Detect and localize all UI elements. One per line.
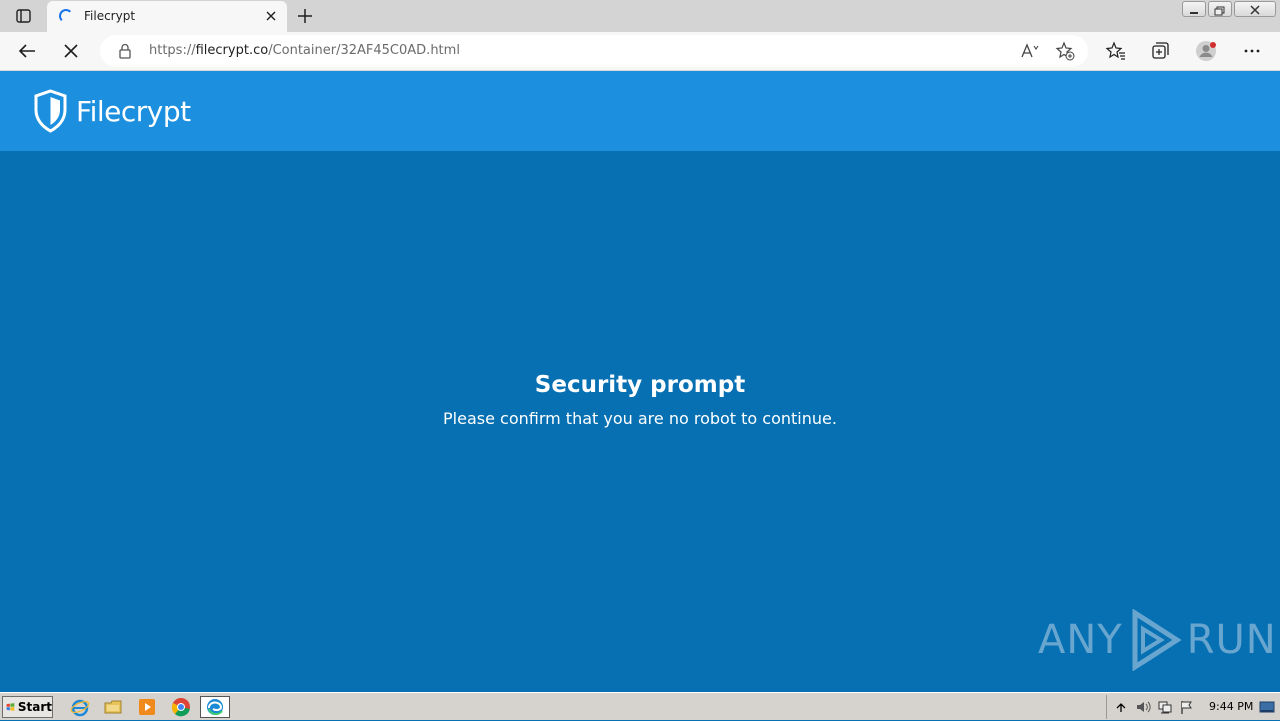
start-label: Start xyxy=(17,700,52,714)
add-favorite-icon[interactable] xyxy=(1055,41,1075,61)
media-player-icon[interactable] xyxy=(137,697,157,717)
new-tab-icon[interactable] xyxy=(295,6,315,26)
url-host: filecrypt.co xyxy=(195,43,269,58)
play-logo-icon xyxy=(1132,609,1182,671)
url-text[interactable]: https://filecrypt.co/Container/32AF45C0A… xyxy=(149,43,460,58)
show-desktop-icon[interactable] xyxy=(1259,699,1275,715)
anyrun-watermark: ANY RUN xyxy=(1038,609,1277,671)
windows-logo-icon xyxy=(6,703,15,711)
tab-title: Filecrypt xyxy=(84,9,136,23)
loading-spinner-icon xyxy=(59,9,73,23)
url-scheme: https:// xyxy=(149,43,196,58)
tab-actions-icon[interactable] xyxy=(12,7,36,25)
taskbar: Start 9:44 PM xyxy=(0,692,1280,720)
edge-taskbar-button[interactable] xyxy=(200,696,230,718)
close-window-button[interactable] xyxy=(1234,1,1276,17)
window-controls xyxy=(1182,1,1276,18)
file-explorer-icon[interactable] xyxy=(103,697,123,717)
address-bar[interactable]: https://filecrypt.co/Container/32AF45C0A… xyxy=(100,35,1088,67)
prompt-title: Security prompt xyxy=(534,372,746,398)
watermark-left-text: ANY xyxy=(1038,617,1123,663)
more-options-icon[interactable] xyxy=(1241,40,1263,62)
chrome-icon[interactable] xyxy=(171,697,191,717)
back-arrow-icon[interactable] xyxy=(16,40,38,62)
network-icon[interactable] xyxy=(1157,699,1173,715)
shield-logo-icon[interactable] xyxy=(33,89,68,133)
url-path: /Container/32AF45C0AD.html xyxy=(268,43,460,58)
favorites-icon[interactable] xyxy=(1105,40,1127,62)
site-logo-text[interactable]: Filecrypt xyxy=(76,95,191,128)
internet-explorer-icon[interactable] xyxy=(70,697,90,717)
clock[interactable]: 9:44 PM xyxy=(1209,700,1253,713)
site-header: Filecrypt xyxy=(0,71,1280,151)
profile-avatar-icon[interactable] xyxy=(1195,40,1217,62)
browser-tab[interactable]: Filecrypt xyxy=(47,1,287,32)
show-hidden-icons-icon[interactable] xyxy=(1113,699,1129,715)
collections-icon[interactable] xyxy=(1149,40,1171,62)
system-tray: 9:44 PM xyxy=(1106,695,1280,719)
stop-loading-icon[interactable] xyxy=(60,40,82,62)
browser-toolbar: https://filecrypt.co/Container/32AF45C0A… xyxy=(0,32,1280,71)
start-button[interactable]: Start xyxy=(2,696,53,718)
edge-icon xyxy=(207,699,223,715)
watermark-right-text: RUN xyxy=(1186,617,1277,663)
restore-button[interactable] xyxy=(1208,1,1232,17)
tab-strip: Filecrypt xyxy=(0,0,1280,32)
action-center-flag-icon[interactable] xyxy=(1179,699,1195,715)
tab-close-icon[interactable] xyxy=(263,8,279,24)
security-prompt-section: Security prompt Please confirm that you … xyxy=(0,151,1280,692)
minimize-button[interactable] xyxy=(1182,1,1206,17)
prompt-text: Please confirm that you are no robot to … xyxy=(443,409,837,428)
volume-icon[interactable] xyxy=(1135,699,1151,715)
lock-icon[interactable] xyxy=(118,43,132,59)
read-aloud-icon[interactable] xyxy=(1020,42,1040,60)
